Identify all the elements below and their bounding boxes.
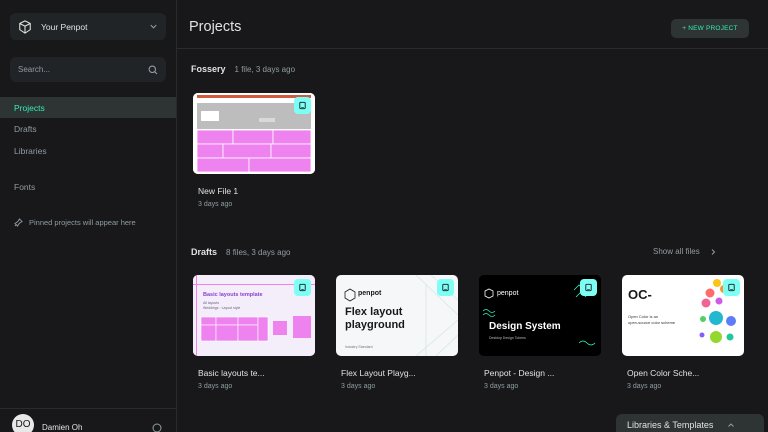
sidebar-item-fonts[interactable]: Fonts (0, 176, 176, 197)
project-info: 8 files, 3 days ago (226, 248, 291, 257)
library-book-icon (299, 101, 306, 110)
chevron-down-icon (150, 24, 157, 29)
chevron-right-icon (711, 248, 715, 255)
libraries-templates-panel[interactable]: Libraries & Templates (616, 414, 764, 432)
shared-library-badge (294, 279, 311, 296)
thumb-heading: OC- (628, 287, 652, 302)
penpot-cube-icon (19, 19, 31, 34)
pinned-projects-note: Pinned projects will appear here (14, 218, 136, 227)
file-date: 3 days ago (198, 201, 233, 208)
show-all-files-link[interactable]: Show all files (653, 247, 717, 256)
shared-library-badge (580, 279, 597, 296)
show-all-label: Show all files (653, 247, 700, 256)
user-menu[interactable]: DO Damien Oh (0, 408, 176, 432)
file-date: 3 days ago (198, 383, 233, 390)
thumb-sub: Industry Standard (345, 345, 373, 349)
file-date: 3 days ago (484, 383, 519, 390)
file-card-basic-layouts[interactable]: Basic layouts template All layouts Weddi… (193, 275, 315, 390)
file-thumbnail: penpot Design System Desktop Design Toke… (479, 275, 601, 356)
thumb-line: Open Color is an (628, 314, 659, 319)
sidebar: Your Penpot Search... Projects Drafts Li… (0, 0, 177, 432)
project-name: Fossery (191, 64, 226, 74)
file-title: Flex Layout Playg... (341, 368, 416, 378)
page-title: Projects (189, 19, 242, 35)
sidebar-item-drafts[interactable]: Drafts (0, 118, 176, 139)
thumb-line: All layouts (203, 301, 219, 305)
library-book-icon (728, 283, 735, 292)
top-bar: Projects + NEW PROJECT (177, 0, 768, 49)
search-placeholder: Search... (18, 65, 51, 74)
project-info: 1 file, 3 days ago (234, 65, 296, 74)
main-content: Projects + NEW PROJECT Fossery 1 file, 3… (177, 0, 768, 432)
thumb-line-2: Weddings · Layout style (203, 306, 241, 310)
file-title: Basic layouts te... (198, 368, 265, 378)
search-icon (148, 65, 158, 74)
shared-library-badge (437, 279, 454, 296)
file-thumbnail: Basic layouts template All layouts Weddi… (193, 275, 315, 356)
file-card-open-color-scheme[interactable]: OC- Open Color is an open-source color s… (622, 275, 744, 390)
search-input[interactable]: Search... (10, 57, 166, 82)
shared-library-badge (723, 279, 740, 296)
file-date: 3 days ago (627, 383, 662, 390)
project-name: Drafts (191, 247, 218, 257)
thumb-heading: Flex layout playground (345, 306, 405, 331)
file-title: Penpot - Design ... (484, 368, 555, 378)
file-thumbnail (193, 93, 315, 174)
team-name: Your Penpot (41, 21, 88, 32)
pin-icon (14, 218, 23, 227)
help-icon[interactable] (152, 423, 162, 432)
thumb-brand: penpot (497, 290, 519, 297)
library-book-icon (442, 283, 449, 292)
user-name: Damien Oh (42, 423, 83, 432)
thumb-heading-line-2: playground (345, 318, 405, 331)
chevron-up-icon (728, 423, 735, 427)
libraries-templates-label: Libraries & Templates (627, 420, 714, 430)
file-date: 3 days ago (341, 383, 376, 390)
file-thumbnail: penpot Flex layout playground Industry S… (336, 275, 458, 356)
team-selector[interactable]: Your Penpot (10, 13, 166, 40)
new-project-button[interactable]: + NEW PROJECT (671, 19, 749, 38)
thumb-heading: Basic layouts template (203, 292, 263, 298)
file-card-flex-layout[interactable]: penpot Flex layout playground Industry S… (336, 275, 458, 390)
thumb-sub: Desktop Design Tokens (489, 336, 526, 340)
library-book-icon (299, 283, 306, 292)
avatar: DO (12, 413, 34, 432)
project-header-fossery[interactable]: Fossery 1 file, 3 days ago (191, 64, 295, 74)
thumb-heading-line-1: Flex layout (345, 306, 403, 318)
shared-library-badge (294, 97, 311, 114)
file-title: New File 1 (198, 186, 239, 196)
thumb-heading: Design System (489, 321, 561, 332)
file-thumbnail: OC- Open Color is an open-source color s… (622, 275, 744, 356)
file-title: Open Color Sche... (627, 368, 700, 378)
sidebar-item-projects[interactable]: Projects (0, 97, 176, 118)
file-card-new-file-1[interactable]: New File 1 3 days ago (193, 93, 315, 208)
file-card-penpot-design-system[interactable]: penpot Design System Desktop Design Toke… (479, 275, 601, 390)
pinned-note-text: Pinned projects will appear here (29, 218, 136, 227)
sidebar-item-libraries[interactable]: Libraries (0, 140, 176, 161)
library-book-icon (585, 283, 592, 292)
project-header-drafts[interactable]: Drafts 8 files, 3 days ago (191, 247, 291, 257)
thumb-line-2: open-source color scheme (628, 320, 676, 325)
thumb-brand: penpot (358, 290, 382, 297)
